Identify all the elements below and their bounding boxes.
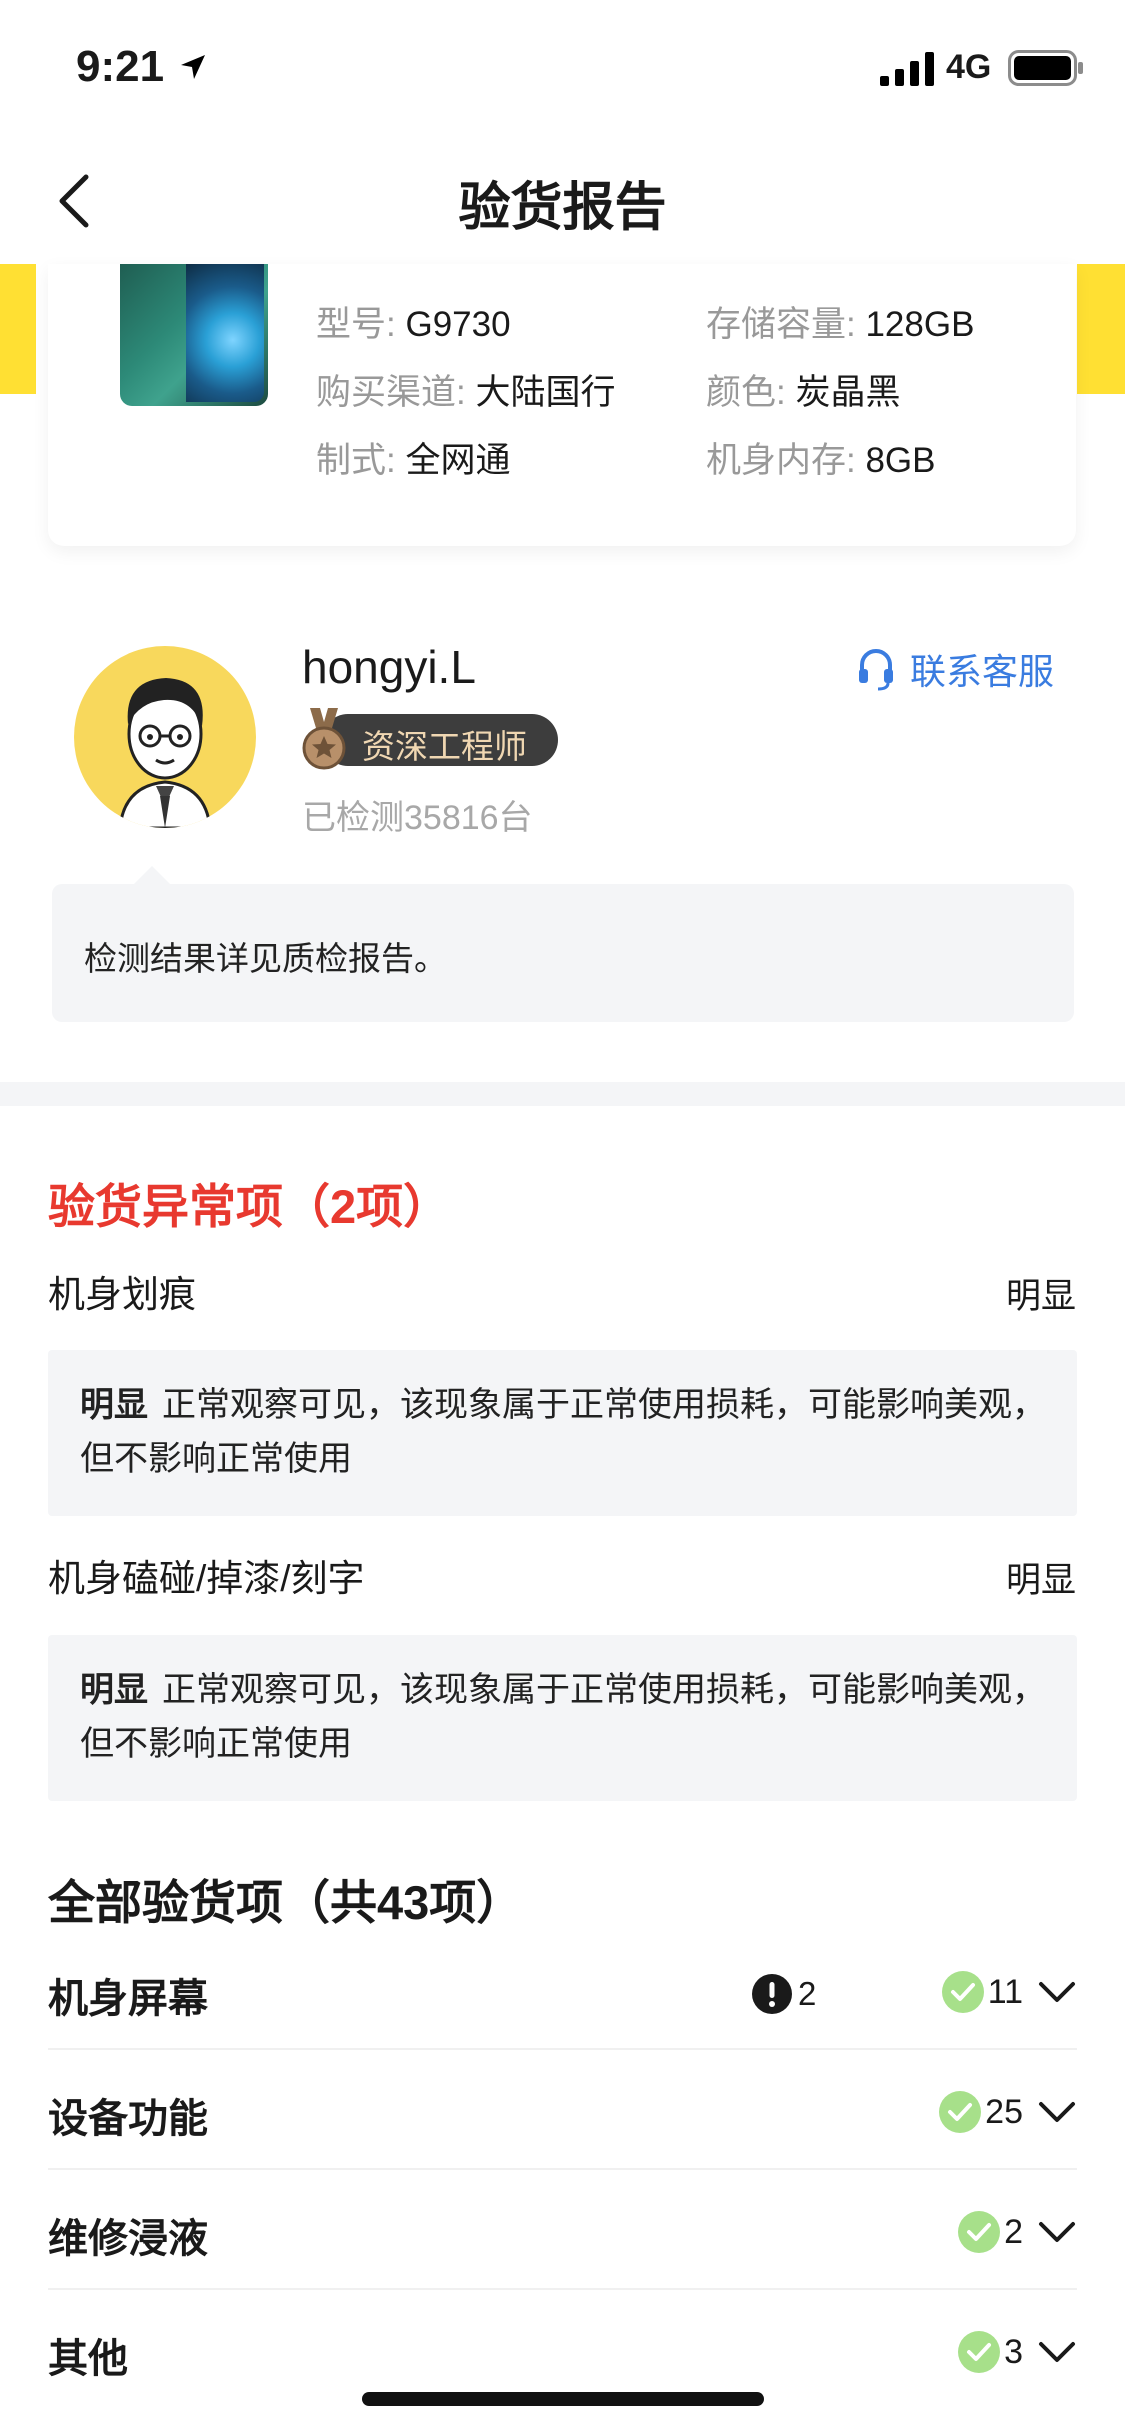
- network-type: 4G: [946, 48, 992, 86]
- avatar-illustration: [118, 678, 212, 828]
- warning-count: 2: [752, 1974, 816, 2014]
- badge-label: 资深工程师: [362, 728, 527, 765]
- pass-number: 25: [985, 2092, 1023, 2131]
- pass-number: 2: [1004, 2212, 1023, 2251]
- check-circle-icon: [939, 2091, 982, 2133]
- abnormal-item-description: 明显 正常观察可见，该现象属于正常使用损耗，可能影响美观，但不影响正常使用: [48, 1635, 1077, 1801]
- contact-support-label: 联系客服: [910, 651, 1055, 692]
- check-circle-icon: [941, 1971, 984, 2013]
- spec-model: 型号: G9730: [316, 296, 511, 347]
- device-image: [120, 264, 268, 406]
- bubble-pointer: [132, 866, 172, 886]
- check-circle-icon: [958, 2331, 1001, 2373]
- description-level: 明显: [80, 1386, 148, 1424]
- status-time: 9:21: [76, 42, 165, 91]
- pass-count: 3: [958, 2330, 1077, 2374]
- spec-key: 颜色:: [706, 373, 786, 412]
- description-text: 正常观察可见，该现象属于正常使用损耗，可能影响美观，但不影响正常使用: [80, 1671, 1046, 1763]
- abnormal-section-title: 验货异常项（2项）: [48, 1180, 451, 1233]
- abnormal-item-level: 明显: [1005, 1277, 1076, 1316]
- device-info-card: 型号: G9730 存储容量: 128GB 购买渠道: 大陆国行 颜色: 炭晶黑…: [48, 264, 1076, 546]
- warning-number: 2: [798, 1975, 817, 2012]
- chevron-down-icon[interactable]: [1037, 1979, 1077, 2005]
- header-banner-left: [0, 264, 36, 394]
- medal-icon: [302, 708, 346, 770]
- pass-count: 11: [941, 1970, 1077, 2014]
- category-row-screen[interactable]: 机身屏幕 2 11: [48, 1930, 1077, 2050]
- nav-bar: 验货报告: [0, 135, 1125, 265]
- pass-number: 3: [1004, 2332, 1023, 2371]
- description-level: 明显: [80, 1671, 148, 1709]
- spec-key: 存储容量:: [706, 305, 856, 344]
- spec-channel: 购买渠道: 大陆国行: [316, 364, 615, 415]
- spec-value: 8GB: [865, 441, 936, 480]
- location-arrow-icon: [181, 55, 205, 79]
- inspection-count: 已检测35816台: [302, 799, 533, 837]
- spec-value: G9730: [405, 305, 511, 344]
- engineer-note: 检测结果详见质检报告。: [52, 884, 1074, 1022]
- spec-key: 型号:: [316, 305, 396, 344]
- header-banner-right: [1077, 264, 1125, 394]
- abnormal-item-name: 机身磕碰/掉漆/刻字: [48, 1558, 365, 1599]
- category-label: 其他: [48, 2337, 128, 2381]
- engineer-name: hongyi.L: [302, 641, 476, 693]
- category-row-repair[interactable]: 维修浸液 2: [48, 2170, 1077, 2290]
- pass-number: 11: [987, 1972, 1023, 2011]
- spec-value: 128GB: [865, 305, 975, 344]
- chevron-down-icon[interactable]: [1037, 2219, 1077, 2245]
- signal-icon: [880, 52, 934, 86]
- engineer-avatar: [74, 646, 256, 828]
- spec-value: 全网通: [405, 441, 511, 480]
- description-text: 正常观察可见，该现象属于正常使用损耗，可能影响美观，但不影响正常使用: [80, 1386, 1046, 1478]
- abnormal-item-level: 明显: [1005, 1561, 1076, 1600]
- category-label: 机身屏幕: [48, 1977, 208, 2021]
- category-label: 维修浸液: [48, 2217, 208, 2261]
- abnormal-item-name: 机身划痕: [48, 1274, 196, 1315]
- abnormal-item-description: 明显 正常观察可见，该现象属于正常使用损耗，可能影响美观，但不影响正常使用: [48, 1350, 1077, 1516]
- spec-network-standard: 制式: 全网通: [316, 432, 510, 483]
- spec-key: 制式:: [316, 441, 396, 480]
- section-divider: [0, 1082, 1125, 1106]
- page-title: 验货报告: [458, 179, 667, 237]
- headset-icon: [859, 649, 893, 691]
- engineer-badge: 资深工程师: [302, 708, 558, 770]
- spec-color: 颜色: 炭晶黑: [706, 364, 900, 415]
- all-items-title: 全部验货项（共43项）: [48, 1876, 524, 1929]
- exclamation-icon: [752, 1974, 792, 2014]
- home-indicator[interactable]: [362, 2392, 764, 2406]
- pass-count: 25: [939, 2090, 1077, 2134]
- chevron-down-icon[interactable]: [1037, 2339, 1077, 2365]
- chevron-down-icon[interactable]: [1037, 2099, 1077, 2125]
- pass-count: 2: [958, 2210, 1077, 2254]
- contact-support-button[interactable]: 联系客服: [856, 644, 1054, 694]
- spec-memory: 机身内存: 8GB: [706, 432, 936, 483]
- battery-icon: [1008, 50, 1083, 86]
- spec-value: 大陆国行: [475, 373, 616, 412]
- spec-storage: 存储容量: 128GB: [706, 296, 974, 347]
- engineer-note-text: 检测结果详见质检报告。: [84, 940, 447, 977]
- status-bar: 9:21 4G: [0, 0, 1125, 135]
- check-circle-icon: [958, 2211, 1001, 2253]
- spec-value: 炭晶黑: [795, 373, 901, 412]
- spec-key: 购买渠道:: [316, 373, 466, 412]
- category-row-function[interactable]: 设备功能 25: [48, 2050, 1077, 2170]
- category-label: 设备功能: [48, 2097, 208, 2141]
- spec-key: 机身内存:: [706, 441, 856, 480]
